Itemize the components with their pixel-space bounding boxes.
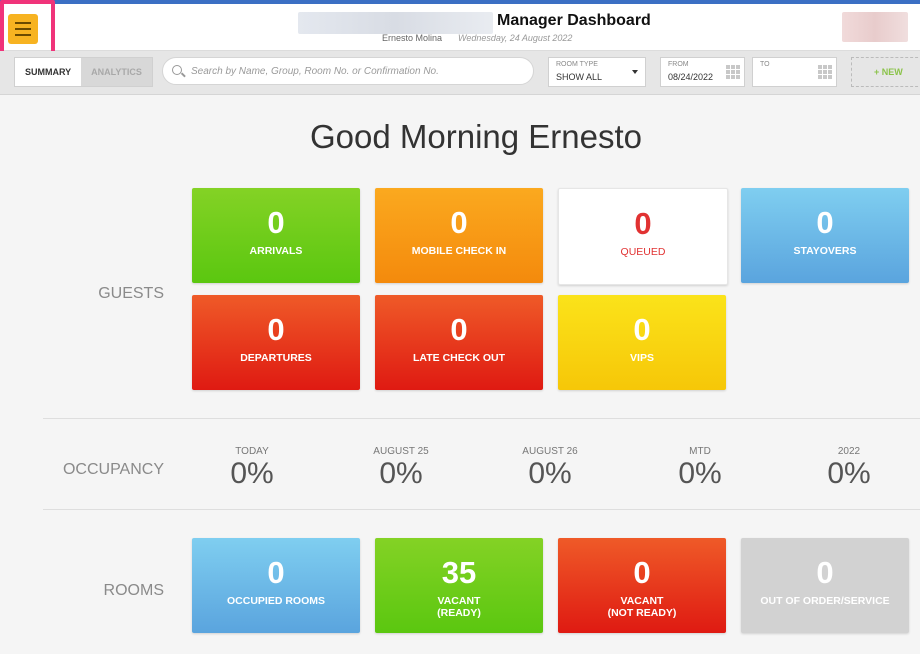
occupancy-caption: TODAY: [235, 446, 269, 457]
occupancy-value: 0%: [528, 457, 572, 490]
rooms-section-label: ROOMS: [103, 582, 164, 599]
section-divider: [43, 418, 920, 419]
tile-value: 0: [816, 205, 834, 240]
occupancy-caption: AUGUST 26: [522, 446, 578, 457]
occupancy-august-25: AUGUST 25 0%: [341, 446, 461, 491]
tile-label: ARRIVALS: [249, 245, 303, 257]
occupancy-mtd: MTD 0%: [640, 446, 760, 491]
occupancy-value: 0%: [678, 457, 722, 490]
blurred-user-avatar[interactable]: [842, 12, 908, 42]
search-icon: [172, 65, 182, 75]
tile-value: 0: [267, 555, 285, 590]
to-date-label: TO: [760, 61, 770, 68]
tile-sublabel: (READY): [437, 607, 481, 619]
room-type-label: ROOM TYPE: [556, 61, 598, 68]
tile-label: VIPS: [630, 352, 654, 364]
occupancy-caption: AUGUST 25: [373, 446, 429, 457]
tile-label-line: VACANT: [437, 595, 481, 607]
tab-analytics[interactable]: ANALYTICS: [81, 58, 152, 86]
tile-label: OUT OF ORDER/SERVICE: [760, 595, 890, 607]
calendar-icon[interactable]: [818, 65, 832, 79]
chevron-down-icon: [632, 70, 638, 74]
occupancy-value: 0%: [827, 457, 871, 490]
occupied-rooms-tile[interactable]: 0 OCCUPIED ROOMS: [192, 538, 360, 633]
view-tabs: SUMMARY ANALYTICS: [14, 57, 153, 87]
stayovers-tile[interactable]: 0 STAYOVERS: [741, 188, 909, 283]
mobile-check-in-tile[interactable]: 0 MOBILE CHECK IN: [375, 188, 543, 283]
menu-highlight-frame: [0, 0, 55, 55]
toolbar: SUMMARY ANALYTICS Search by Name, Group,…: [0, 51, 920, 95]
tile-label: LATE CHECK OUT: [413, 352, 505, 364]
tile-value: 0: [450, 312, 468, 347]
departures-tile[interactable]: 0 DEPARTURES: [192, 295, 360, 390]
occupancy-august-26: AUGUST 26 0%: [490, 446, 610, 491]
new-reservation-button[interactable]: + NEW: [851, 57, 920, 87]
tile-value: 0: [267, 312, 285, 347]
vips-tile[interactable]: 0 VIPS: [558, 295, 726, 390]
tile-label: VACANT (NOT READY): [558, 595, 726, 619]
from-date-field[interactable]: FROM 08/24/2022: [660, 57, 745, 87]
occupancy-caption: MTD: [689, 446, 711, 457]
room-type-select[interactable]: ROOM TYPE SHOW ALL: [548, 57, 646, 87]
guests-section-label: GUESTS: [98, 285, 164, 302]
tile-label: DEPARTURES: [240, 352, 312, 364]
occupancy-today: TODAY 0%: [192, 446, 312, 491]
calendar-icon[interactable]: [726, 65, 740, 79]
occupancy-section-label: OCCUPANCY: [62, 461, 164, 478]
tile-label: OCCUPIED ROOMS: [226, 595, 325, 607]
to-date-field[interactable]: TO: [752, 57, 837, 87]
room-type-value: SHOW ALL: [556, 72, 603, 82]
blurred-hotel-name: [298, 12, 493, 34]
tile-value: 0: [267, 205, 285, 240]
tile-sublabel: (NOT READY): [607, 607, 677, 619]
greeting-heading: Good Morning Ernesto: [309, 118, 642, 155]
search-input[interactable]: Search by Name, Group, Room No. or Confi…: [162, 57, 534, 85]
vacant-ready-tile[interactable]: 35 VACANT (READY): [375, 538, 543, 633]
from-date-label: FROM: [668, 61, 689, 68]
tile-value: 0: [633, 312, 651, 347]
queued-tile[interactable]: 0 QUEUED: [558, 188, 728, 285]
user-name: Ernesto Molina: [382, 33, 443, 43]
late-check-out-tile[interactable]: 0 LATE CHECK OUT: [375, 295, 543, 390]
tile-label: MOBILE CHECK IN: [411, 245, 507, 257]
vacant-not-ready-tile[interactable]: 0 VACANT (NOT READY): [558, 538, 726, 633]
occupancy-value: 0%: [230, 457, 274, 490]
tile-value: 0: [634, 206, 652, 241]
occupancy-value: 0%: [379, 457, 423, 490]
tile-label: VACANT (READY): [375, 595, 543, 619]
app-header: Manager Dashboard Ernesto Molina Wednesd…: [0, 4, 920, 51]
tab-summary[interactable]: SUMMARY: [15, 58, 82, 86]
tile-value: 0: [450, 205, 468, 240]
search-placeholder: Search by Name, Group, Room No. or Confi…: [191, 66, 439, 77]
tile-value: 0: [633, 555, 651, 590]
tile-label: STAYOVERS: [793, 245, 857, 257]
section-divider: [43, 509, 920, 510]
page-title: Manager Dashboard: [497, 12, 651, 29]
tile-label-line: VACANT: [620, 595, 664, 607]
tile-value: 0: [816, 555, 834, 590]
tile-label: QUEUED: [620, 246, 666, 258]
occupancy-year: 2022 0%: [789, 446, 909, 491]
tile-value: 35: [441, 555, 477, 590]
current-date: Wednesday, 24 August 2022: [458, 33, 573, 43]
occupancy-caption: 2022: [837, 446, 861, 457]
from-date-value: 08/24/2022: [668, 72, 714, 82]
out-of-order-tile[interactable]: 0 OUT OF ORDER/SERVICE: [741, 538, 909, 633]
arrivals-tile[interactable]: 0 ARRIVALS: [192, 188, 360, 283]
